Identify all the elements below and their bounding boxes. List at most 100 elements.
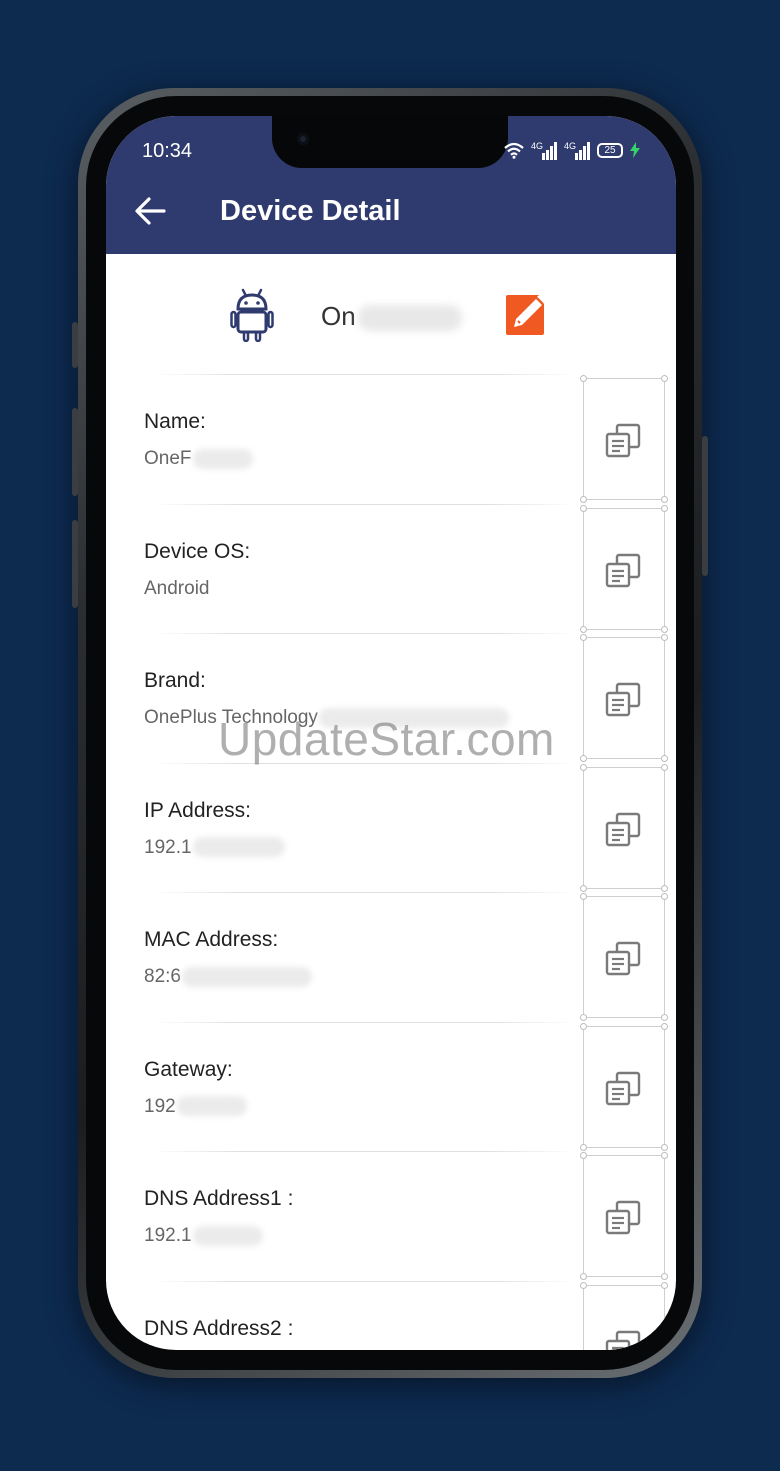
row-label: Device OS: xyxy=(144,539,251,563)
detail-row: IP Address: 192.1 xyxy=(106,762,676,893)
row-value-redacted xyxy=(192,837,285,858)
charging-bolt-icon xyxy=(630,142,640,158)
signal-4g-icon-2: 4G xyxy=(564,141,590,160)
detail-row: Device OS: Android xyxy=(106,503,676,634)
copy-icon xyxy=(605,812,641,846)
battery-level: 25 xyxy=(604,144,616,156)
selection-handle xyxy=(580,375,587,382)
copy-icon xyxy=(605,1200,641,1235)
watermark: UpdateStar.com xyxy=(218,713,555,765)
copy-button[interactable] xyxy=(580,1152,668,1280)
copy-icon xyxy=(605,682,641,717)
selection-handle xyxy=(661,1273,668,1280)
selection-handle xyxy=(580,893,587,900)
selection-handle xyxy=(661,375,668,382)
row-value-text: Android xyxy=(144,577,210,599)
status-icons: 4G 4G 25 xyxy=(504,138,640,162)
row-value[interactable]: 82:6 xyxy=(144,966,312,988)
notch xyxy=(272,116,508,168)
selection-handle xyxy=(661,625,668,633)
row-value[interactable]: 192 xyxy=(144,1096,247,1118)
copy-button[interactable] xyxy=(580,763,668,892)
row-label: DNS Address1 : xyxy=(144,1187,294,1210)
selection-handle xyxy=(580,1143,587,1151)
row-label: MAC Address: xyxy=(144,928,279,951)
selection-handle xyxy=(661,893,668,900)
row-label: DNS Address2 : xyxy=(144,1316,294,1340)
edit-pencil-icon[interactable] xyxy=(506,291,552,337)
row-value-text: 192 xyxy=(144,1095,176,1117)
copy-button[interactable] xyxy=(580,504,668,633)
selection-handle xyxy=(661,1281,668,1289)
selection-handle xyxy=(661,1152,668,1159)
row-value[interactable]: 192.1 xyxy=(144,837,285,859)
detail-row: Name: OneF xyxy=(106,374,676,504)
detail-row: Gateway: 192 xyxy=(106,1021,676,1152)
device-name: On xyxy=(321,301,462,332)
selection-handle xyxy=(661,634,668,641)
copy-button[interactable] xyxy=(580,1022,668,1151)
selection-handle xyxy=(580,763,587,771)
selection-handle xyxy=(580,755,587,762)
phone-side-button-left-2 xyxy=(72,408,78,496)
selection-handle xyxy=(580,1022,587,1030)
selection-handle xyxy=(661,1014,668,1021)
selection-handle xyxy=(661,1022,668,1030)
row-value-text: 192.1 xyxy=(144,1225,192,1246)
svg-text:4G: 4G xyxy=(564,141,576,151)
back-arrow-icon[interactable] xyxy=(134,196,166,226)
svg-text:4G: 4G xyxy=(531,141,543,151)
signal-4g-icon: 4G xyxy=(531,141,557,160)
selection-handle xyxy=(580,496,587,503)
copy-button[interactable] xyxy=(580,1281,668,1350)
selection-handle xyxy=(580,1152,587,1159)
device-name-text: On xyxy=(321,301,356,331)
row-divider xyxy=(152,503,576,505)
detail-row: MAC Address: 82:6 xyxy=(106,892,676,1022)
phone-side-button-left-1 xyxy=(72,322,78,368)
detail-row: DNS Address1 : 192.1 xyxy=(106,1151,676,1281)
selection-handle xyxy=(580,504,587,512)
copy-button[interactable] xyxy=(580,893,668,1021)
detail-row: DNS Address2 : xyxy=(106,1280,676,1350)
row-label: IP Address: xyxy=(144,798,252,822)
row-label: Name: xyxy=(144,410,206,433)
row-label: Brand: xyxy=(144,669,206,692)
selection-handle xyxy=(661,496,668,503)
selection-handle xyxy=(580,1014,587,1021)
wifi-icon xyxy=(504,142,524,159)
selection-handle xyxy=(661,763,668,771)
selection-handle xyxy=(661,755,668,762)
status-time: 10:34 xyxy=(142,140,193,162)
row-value-redacted xyxy=(192,448,253,469)
selection-handle xyxy=(661,1143,668,1151)
selection-handle xyxy=(661,504,668,512)
copy-icon xyxy=(605,941,641,976)
row-value-text: OneF xyxy=(144,448,192,469)
selection-handle xyxy=(580,1281,587,1289)
device-name-redacted xyxy=(357,305,462,332)
copy-button[interactable] xyxy=(580,375,668,503)
row-value-text: 192.1 xyxy=(144,836,192,858)
selection-handle xyxy=(580,884,587,892)
phone-screen: 10:34 4G 4G 25 Device Detail On Name: On… xyxy=(106,116,676,1350)
phone-side-button-left-3 xyxy=(72,520,78,608)
row-value-text: 82:6 xyxy=(144,966,181,987)
row-divider xyxy=(152,892,576,893)
row-divider xyxy=(152,1280,576,1282)
selection-handle xyxy=(580,625,587,633)
row-value[interactable]: Android xyxy=(144,578,210,600)
copy-icon xyxy=(605,1071,641,1105)
row-value-redacted xyxy=(176,1096,247,1117)
row-value[interactable]: OneF xyxy=(144,448,253,470)
selection-handle xyxy=(580,634,587,641)
copy-button[interactable] xyxy=(580,634,668,762)
row-value-redacted xyxy=(192,1225,263,1246)
selection-handle xyxy=(580,1273,587,1280)
phone-side-button-right xyxy=(702,436,708,576)
row-divider xyxy=(152,633,576,634)
row-divider xyxy=(152,1151,576,1152)
copy-icon xyxy=(605,1330,641,1350)
row-value[interactable]: 192.1 xyxy=(144,1225,263,1247)
selection-handle xyxy=(661,884,668,892)
